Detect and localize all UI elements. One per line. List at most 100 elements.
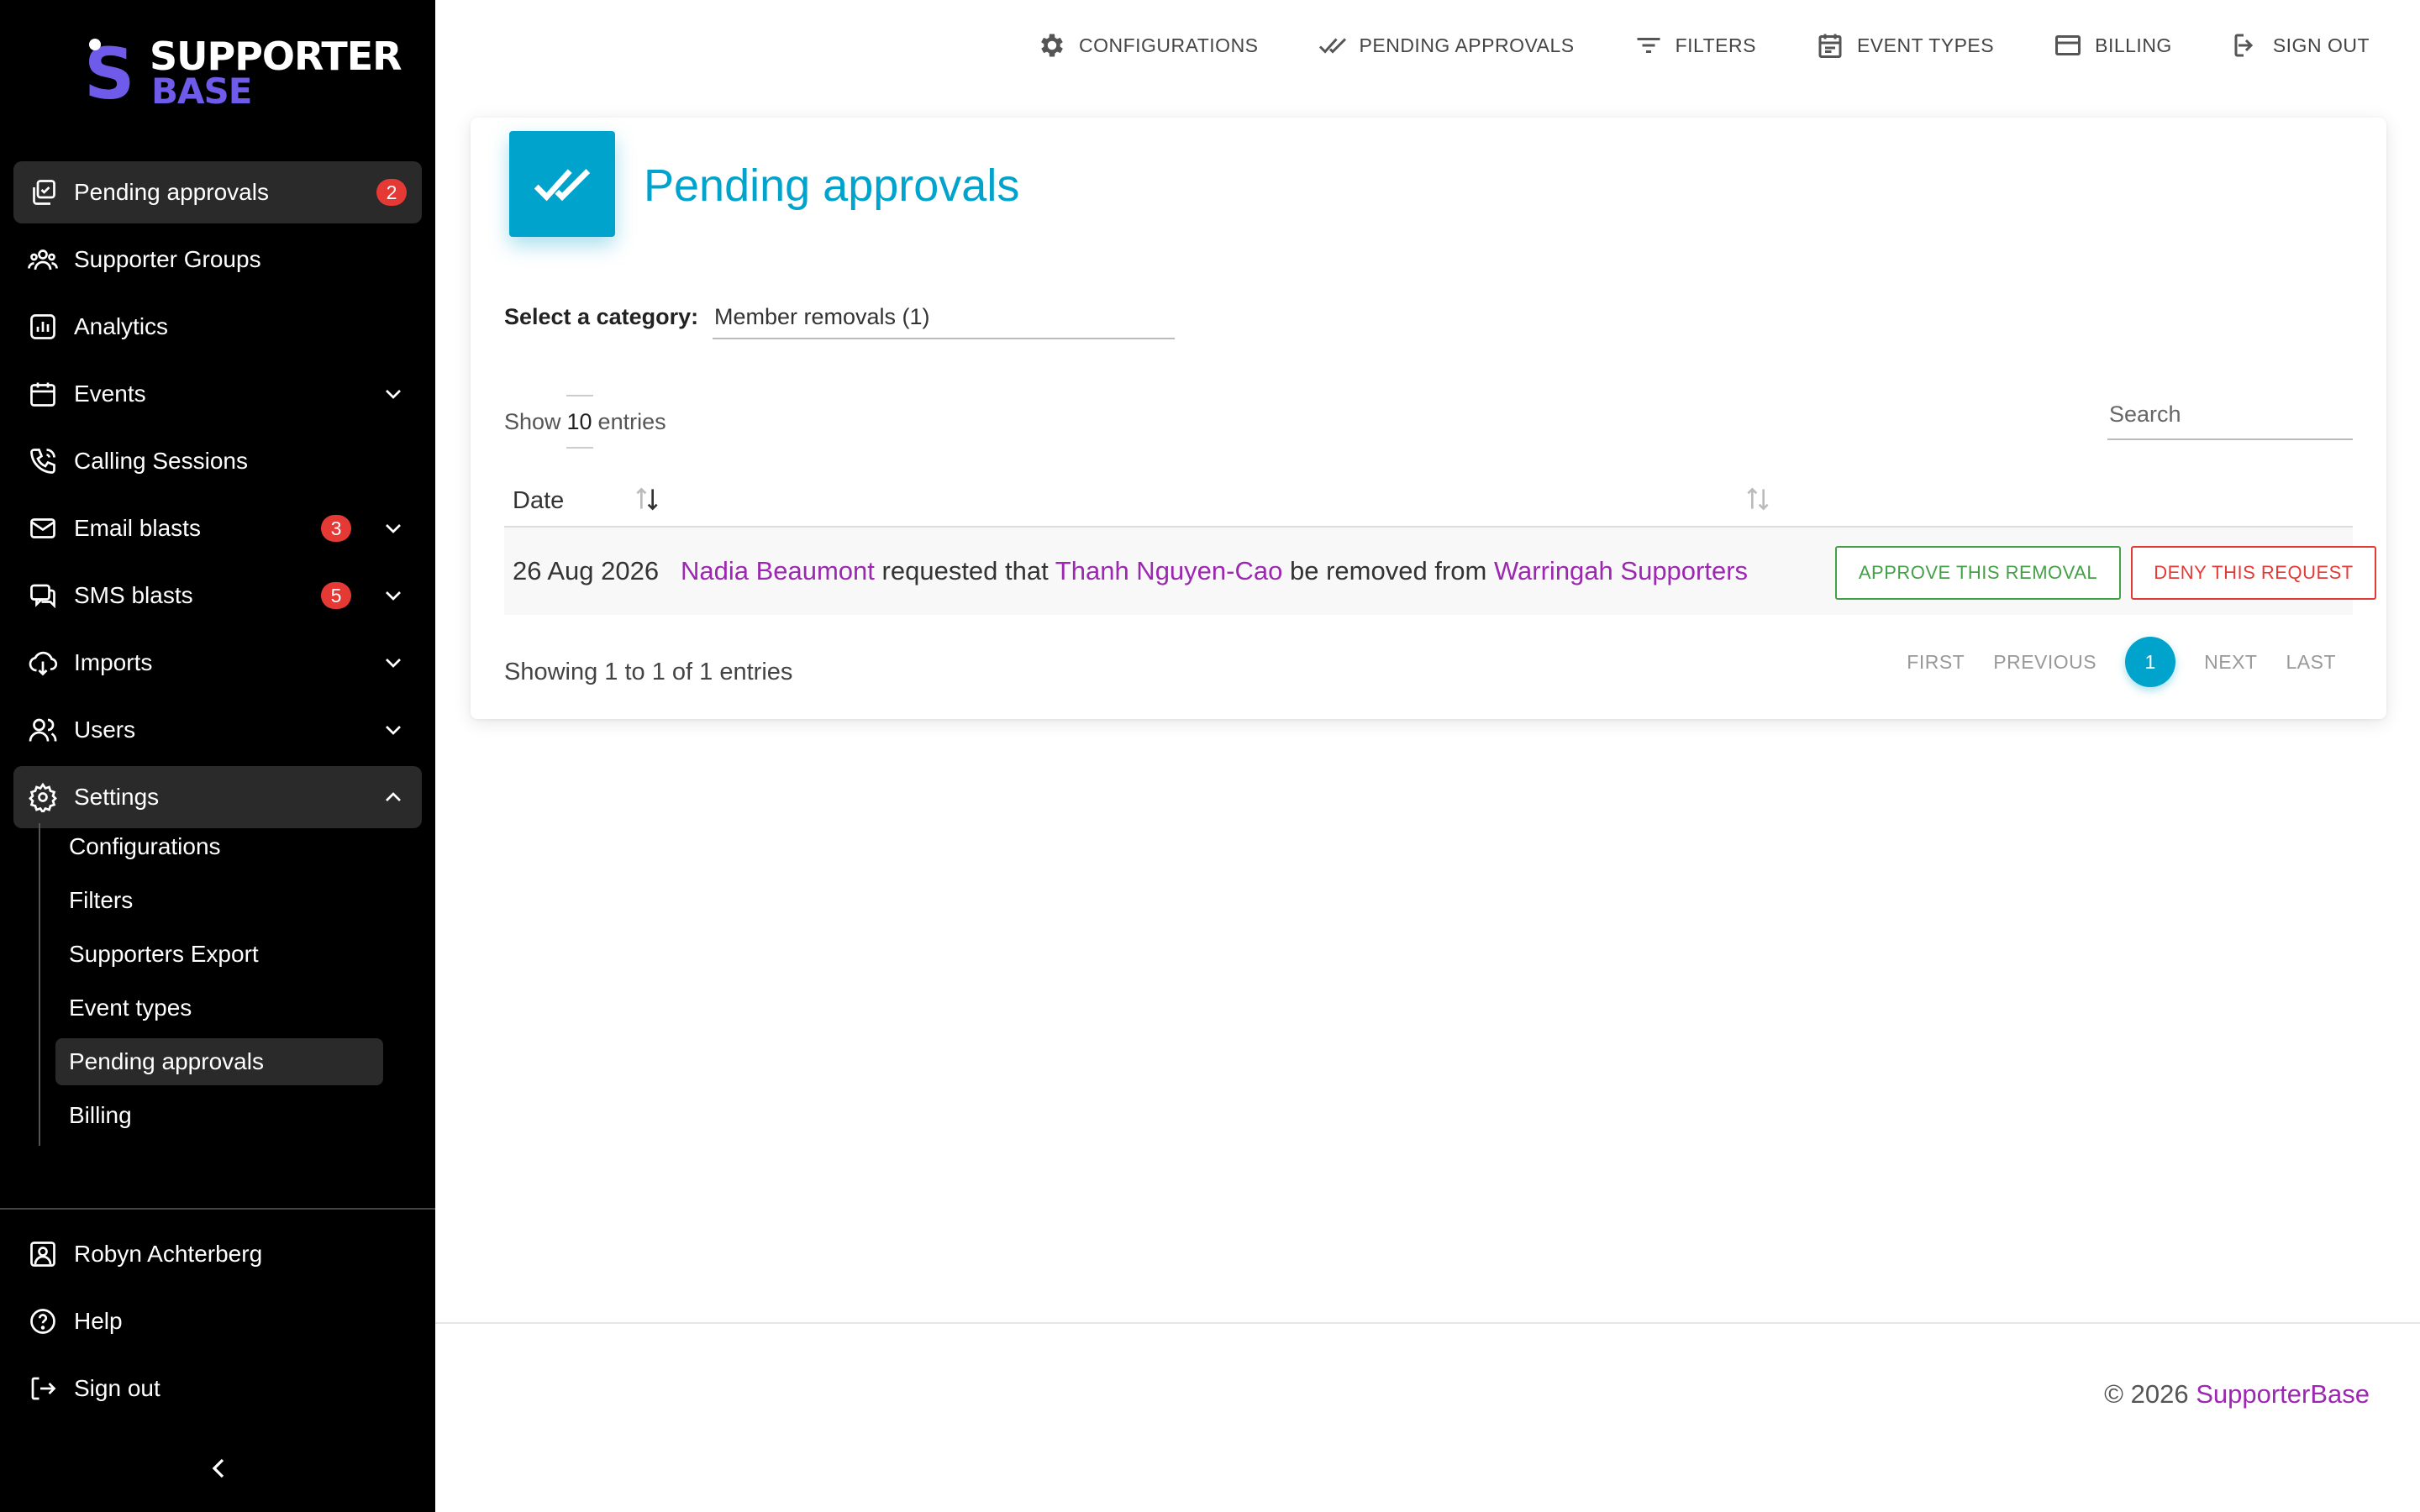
phone-icon bbox=[27, 445, 59, 477]
group-link[interactable]: Warringah Supporters bbox=[1494, 556, 1748, 585]
pagination-first[interactable]: FIRST bbox=[1907, 651, 1965, 674]
request-description: 26 Aug 2026 Nadia Beaumont requested tha… bbox=[513, 556, 1748, 586]
subnav-item-pending-approvals[interactable]: Pending approvals bbox=[55, 1038, 383, 1085]
sidebar-item-supporter-groups[interactable]: Supporter Groups bbox=[13, 228, 422, 291]
approve-removal-button[interactable]: APPROVE THIS REMOVAL bbox=[1835, 546, 2121, 600]
sidebar-item-label: Imports bbox=[74, 649, 153, 675]
sort-icon[interactable] bbox=[1741, 482, 1775, 516]
top-link-event-types[interactable]: EVENT TYPES bbox=[1815, 30, 1994, 60]
requester-link[interactable]: Nadia Beaumont bbox=[681, 556, 875, 585]
pending-count-badge: 2 bbox=[376, 179, 407, 206]
top-link-label: FILTERS bbox=[1675, 34, 1756, 56]
sidebar-item-label: Analytics bbox=[74, 313, 169, 339]
sidebar-item-users[interactable]: Users bbox=[13, 699, 422, 761]
top-link-sign-out[interactable]: SIGN OUT bbox=[2231, 30, 2370, 60]
sidebar-item-calling-sessions[interactable]: Calling Sessions bbox=[13, 430, 422, 492]
sidebar-item-analytics[interactable]: Analytics bbox=[13, 296, 422, 358]
chevron-down-icon[interactable] bbox=[380, 717, 407, 743]
copyright-text: © 2026 bbox=[2104, 1379, 2189, 1409]
pending-approvals-card: Pending approvals Select a category: Mem… bbox=[471, 118, 2386, 719]
subnav-item-label: Event types bbox=[69, 995, 192, 1021]
sidebar-footer-nav: Robyn Achterberg Help Sign out bbox=[13, 1223, 422, 1425]
category-select[interactable]: Member removals (1) bbox=[713, 294, 1175, 339]
pagination-last[interactable]: LAST bbox=[2286, 651, 2336, 674]
sidebar-item-events[interactable]: Events bbox=[13, 363, 422, 425]
supporterbase-logo[interactable]: S SUPPORTER BASE bbox=[84, 34, 402, 114]
sidebar-item-label: Pending approvals bbox=[74, 179, 269, 205]
member-link[interactable]: Thanh Nguyen-Cao bbox=[1055, 556, 1283, 585]
top-link-billing[interactable]: BILLING bbox=[2053, 30, 2172, 60]
account-icon bbox=[27, 1238, 59, 1270]
subnav-item-event-types[interactable]: Event types bbox=[55, 984, 383, 1032]
sidebar-item-imports[interactable]: Imports bbox=[13, 632, 422, 694]
card-header-icon bbox=[509, 131, 615, 237]
event-icon bbox=[1818, 34, 1842, 58]
search-input[interactable]: Search bbox=[2107, 391, 2353, 440]
subnav-item-label: Configurations bbox=[69, 833, 221, 859]
sort-icon[interactable] bbox=[630, 482, 664, 516]
sms-icon bbox=[27, 580, 59, 612]
sms-count-badge: 5 bbox=[321, 582, 351, 609]
approvals-icon bbox=[27, 176, 59, 208]
footer-divider bbox=[435, 1322, 2420, 1324]
import-icon bbox=[27, 647, 59, 679]
sidebar-item-label: Calling Sessions bbox=[74, 448, 248, 474]
sidebar-item-help[interactable]: Help bbox=[13, 1290, 422, 1352]
groups-icon bbox=[27, 244, 59, 276]
top-link-filters[interactable]: FILTERS bbox=[1634, 30, 1756, 60]
subnav-item-label: Filters bbox=[69, 887, 134, 913]
logo-dot bbox=[89, 39, 101, 50]
sidebar-item-sms-blasts[interactable]: SMS blasts 5 bbox=[13, 564, 422, 627]
subnav-item-label: Supporters Export bbox=[69, 941, 259, 967]
email-count-badge: 3 bbox=[321, 515, 351, 542]
chevron-down-icon[interactable] bbox=[380, 649, 407, 676]
table-header: Date bbox=[504, 474, 2353, 528]
logo-text-bottom: BASE bbox=[151, 71, 252, 112]
sidebar: S SUPPORTER BASE Pending approvals 2 Sup… bbox=[0, 0, 435, 1512]
copyright: © 2026 SupporterBase bbox=[2104, 1379, 2370, 1410]
sidebar-item-label: Users bbox=[74, 717, 136, 743]
subnav-item-filters[interactable]: Filters bbox=[55, 877, 383, 924]
deny-request-button[interactable]: DENY THIS REQUEST bbox=[2131, 546, 2376, 600]
sidebar-item-email-blasts[interactable]: Email blasts 3 bbox=[13, 497, 422, 559]
mail-icon bbox=[27, 512, 59, 544]
collapse-sidebar-icon[interactable] bbox=[202, 1452, 235, 1485]
category-label: Select a category: bbox=[504, 304, 699, 329]
column-header-date[interactable]: Date bbox=[513, 487, 564, 515]
top-bar: CONFIGURATIONS PENDING APPROVALS FILTERS… bbox=[435, 0, 2420, 99]
pagination-previous[interactable]: PREVIOUS bbox=[1993, 651, 2096, 674]
gear-icon bbox=[27, 781, 59, 813]
pagination: FIRST PREVIOUS 1 NEXT LAST bbox=[1878, 637, 2336, 687]
sidebar-item-label: Settings bbox=[74, 784, 160, 810]
chevron-down-icon[interactable] bbox=[380, 582, 407, 609]
sidebar-item-label: Help bbox=[74, 1308, 123, 1334]
top-link-label: CONFIGURATIONS bbox=[1078, 34, 1259, 56]
sidebar-item-pending-approvals[interactable]: Pending approvals 2 bbox=[13, 161, 422, 223]
subnav-item-billing[interactable]: Billing bbox=[55, 1092, 383, 1139]
sidebar-nav: Pending approvals 2 Supporter Groups Ana… bbox=[13, 161, 422, 833]
table-row: 26 Aug 2026 Nadia Beaumont requested tha… bbox=[504, 528, 2376, 615]
user-name: Robyn Achterberg bbox=[74, 1241, 263, 1267]
entries-per-page-select[interactable]: 10 bbox=[566, 395, 593, 449]
pagination-next[interactable]: NEXT bbox=[2204, 651, 2257, 674]
top-link-configurations[interactable]: CONFIGURATIONS bbox=[1037, 30, 1259, 60]
settings-subnav: Configurations Filters Supporters Export… bbox=[39, 823, 392, 1146]
help-icon bbox=[27, 1305, 59, 1337]
users-icon bbox=[27, 714, 59, 746]
top-link-pending-approvals[interactable]: PENDING APPROVALS bbox=[1318, 30, 1575, 60]
filter-icon bbox=[1637, 38, 1660, 53]
chevron-up-icon[interactable] bbox=[380, 784, 407, 811]
pagination-page-current[interactable]: 1 bbox=[2125, 637, 2176, 687]
card-icon bbox=[2055, 35, 2081, 55]
page-title: Pending approvals bbox=[644, 160, 1020, 211]
subnav-item-supporters-export[interactable]: Supporters Export bbox=[55, 931, 383, 978]
top-link-label: SIGN OUT bbox=[2272, 34, 2370, 56]
sidebar-item-account[interactable]: Robyn Achterberg bbox=[13, 1223, 422, 1285]
subnav-item-configurations[interactable]: Configurations bbox=[55, 823, 383, 870]
chevron-down-icon[interactable] bbox=[380, 515, 407, 542]
sidebar-item-settings[interactable]: Settings bbox=[13, 766, 422, 828]
brand-link[interactable]: SupporterBase bbox=[2196, 1379, 2370, 1409]
sidebar-item-sign-out[interactable]: Sign out bbox=[13, 1357, 422, 1420]
show-suffix: entries bbox=[597, 408, 666, 434]
chevron-down-icon[interactable] bbox=[380, 381, 407, 407]
